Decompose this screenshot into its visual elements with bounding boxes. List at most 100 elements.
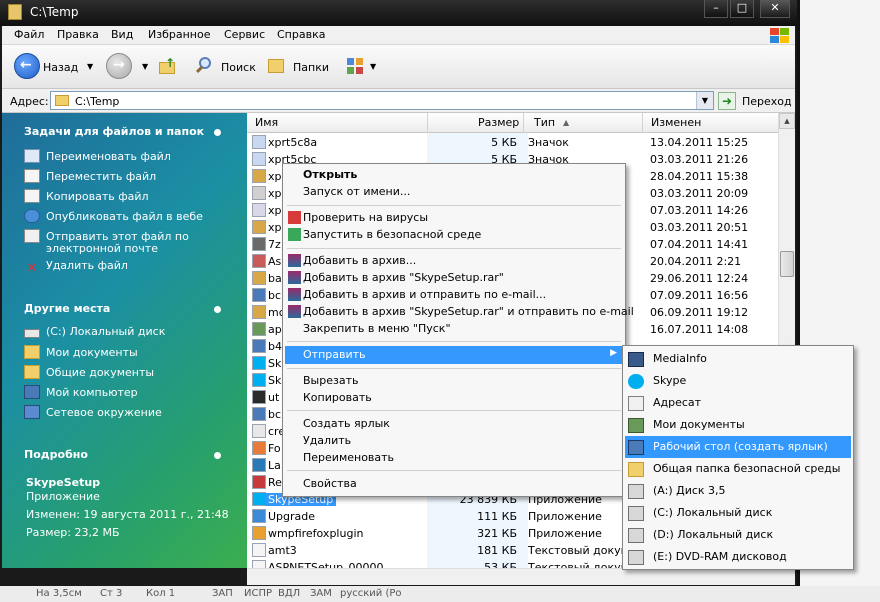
ctx-pin-start[interactable]: Закрепить в меню "Пуск" [285,320,623,338]
file-icon [252,203,266,217]
sendto-local-disk-c[interactable]: (C:) Локальный диск [625,502,851,524]
forward-dropdown-icon[interactable]: ▼ [142,62,148,71]
scroll-thumb[interactable] [780,251,794,277]
sendto-skype[interactable]: Skype [625,370,851,392]
file-icon [252,220,266,234]
menu-tools[interactable]: Сервис [224,28,265,41]
menu-edit[interactable]: Правка [57,28,99,41]
close-button[interactable]: ✕ [760,0,790,18]
menu-favorites[interactable]: Избранное [148,28,210,41]
details-section-title[interactable]: Подробно [24,448,88,461]
minimize-button[interactable]: – [704,0,728,18]
ctx-open[interactable]: Открыть [285,166,623,184]
place-network[interactable]: Сетевое окружение [24,405,162,419]
column-modified[interactable]: Изменен [651,116,701,129]
collapse-icon[interactable] [214,129,221,136]
menu-view[interactable]: Вид [111,28,133,41]
file-icon [252,356,266,370]
collapse-icon[interactable] [214,306,221,313]
ctx-archive-email[interactable]: Добавить в архив и отправить по e-mail..… [285,286,623,304]
file-icon [252,152,266,166]
bg-status-text: русский (Ро [340,588,402,599]
ctx-add-archive[interactable]: Добавить в архив... [285,252,623,270]
details-modified: Изменен: 19 августа 2011 г., 21:48 [26,508,229,521]
back-button[interactable]: ← [14,53,40,79]
task-email[interactable]: Отправить этот файл по [24,229,189,243]
ctx-create-shortcut[interactable]: Создать ярлык [285,415,623,433]
file-name: wmpfirefoxplugin [268,527,364,540]
folders-label[interactable]: Папки [293,61,329,74]
ctx-properties[interactable]: Свойства [285,475,623,493]
ctx-run-sandbox[interactable]: Запустить в безопасной среде [285,226,623,244]
maximize-button[interactable]: □ [730,0,754,18]
column-size[interactable]: Размер [478,116,519,129]
task-publish[interactable]: Опубликовать файл в вебе [24,209,203,223]
file-type: Приложение [528,510,602,523]
sendto-my-documents[interactable]: Мои документы [625,414,851,436]
ctx-run-as[interactable]: Запуск от имени... [285,183,623,201]
back-dropdown-icon[interactable]: ▼ [87,62,93,71]
place-shared-documents[interactable]: Общие документы [24,365,154,379]
scroll-up-icon[interactable]: ▲ [779,113,795,129]
ctx-copy[interactable]: Копировать [285,389,623,407]
file-icon [252,458,266,472]
sendto-sandbox-folder[interactable]: Общая папка безопасной среды [625,458,851,480]
drive-icon [24,329,40,338]
file-icon [252,169,266,183]
menu-help[interactable]: Справка [277,28,325,41]
place-local-disk-c[interactable]: (C:) Локальный диск [24,325,165,338]
address-input[interactable]: C:\Temp ▼ [50,91,714,110]
table-row[interactable]: xprt5c8a 5 КБ Значок 13.04.2011 15:25 [247,134,778,151]
tasks-section-title[interactable]: Задачи для файлов и папок [24,125,204,138]
horizontal-scrollbar[interactable] [247,568,795,585]
address-dropdown-icon[interactable]: ▼ [696,92,713,109]
file-date: 07.03.2011 14:26 [650,204,749,217]
places-section-title[interactable]: Другие места [24,302,110,315]
file-name: ap [268,323,282,336]
sendto-mail-recipient[interactable]: Адресат [625,392,851,414]
folders-icon[interactable] [267,56,287,76]
back-label[interactable]: Назад [43,61,78,74]
ctx-scan-virus[interactable]: Проверить на вирусы [285,209,623,227]
task-email-line2[interactable]: электронной почте [46,242,158,255]
sendto-desktop-shortcut[interactable]: Рабочий стол (создать ярлык) [625,436,851,458]
sendto-dvd-ram-e[interactable]: (E:) DVD-RAM дисковод [625,546,851,568]
file-size: 53 КБ [484,561,517,568]
ctx-archive-rar-email[interactable]: Добавить в архив "SkypeSetup.rar" и отпр… [285,303,634,321]
file-name: amt3 [268,544,297,557]
file-name: xp [268,221,282,234]
sendto-local-disk-d[interactable]: (D:) Локальный диск [625,524,851,546]
title-bar[interactable]: C:\Temp – □ ✕ [0,0,797,26]
folder-up-icon[interactable]: ↑ [157,56,177,76]
sort-ascending-icon: ▲ [563,118,570,127]
views-icon[interactable] [346,56,366,76]
file-name: Sk [268,374,282,387]
place-my-computer[interactable]: Мой компьютер [24,385,138,399]
ctx-delete[interactable]: Удалить [285,432,623,450]
ctx-cut[interactable]: Вырезать [285,372,623,390]
task-copy[interactable]: Копировать файл [24,189,149,203]
search-label[interactable]: Поиск [221,61,256,74]
ctx-add-archive-rar[interactable]: Добавить в архив "SkypeSetup.rar" [285,269,623,287]
sendto-floppy-a[interactable]: (A:) Диск 3,5 [625,480,851,502]
column-name[interactable]: Имя [255,116,278,129]
email-icon [24,229,40,243]
sendto-mediainfo[interactable]: MediaInfo [625,348,851,370]
ctx-rename[interactable]: Переименовать [285,449,623,467]
collapse-icon[interactable] [214,452,221,459]
file-date: 29.06.2011 12:24 [650,272,749,285]
task-move[interactable]: Переместить файл [24,169,156,183]
go-arrow-icon[interactable]: ➜ [718,92,736,110]
task-rename[interactable]: Переименовать файл [24,149,171,163]
place-my-documents[interactable]: Мои документы [24,345,138,359]
arrow-left-icon: ← [20,57,32,73]
menu-file[interactable]: Файл [14,28,44,41]
column-type[interactable]: Тип [534,116,555,129]
ctx-send-to[interactable]: Отправить ▶ [285,346,623,364]
task-delete[interactable]: ✕ Удалить файл [24,259,128,276]
details-size: Размер: 23,2 МБ [26,526,120,539]
search-icon[interactable] [194,56,214,76]
views-dropdown-icon[interactable]: ▼ [370,62,376,71]
forward-button[interactable]: → [106,53,132,79]
go-button[interactable]: Переход [742,95,792,108]
